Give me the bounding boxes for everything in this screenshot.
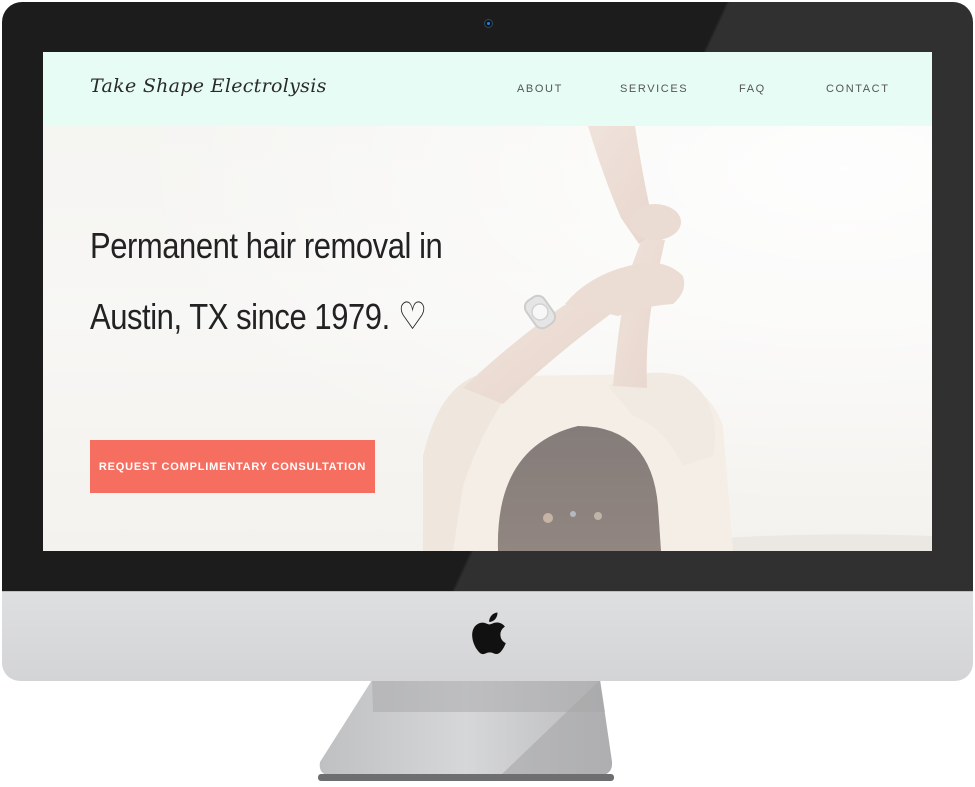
headline-text: Austin, TX since 1979.: [90, 296, 390, 337]
hero-section: Permanent hair removal in Austin, TX sin…: [43, 126, 932, 551]
nav-services[interactable]: SERVICES: [620, 83, 688, 95]
site-header: Take Shape Electrolysis ABOUT SERVICES F…: [43, 52, 932, 126]
nav-contact[interactable]: CONTACT: [826, 83, 890, 95]
request-consultation-button[interactable]: REQUEST COMPLIMENTARY CONSULTATION: [90, 440, 375, 493]
nav-faq[interactable]: FAQ: [739, 83, 766, 95]
nav-about[interactable]: ABOUT: [517, 83, 563, 95]
heart-outline-icon: ♡: [397, 294, 427, 338]
website-screen: Take Shape Electrolysis ABOUT SERVICES F…: [43, 52, 932, 551]
headline-line-1: Permanent hair removal in: [90, 225, 443, 266]
hero-headline: Permanent hair removal in Austin, TX sin…: [90, 211, 451, 352]
headline-line-2: Austin, TX since 1979. ♡: [90, 281, 451, 352]
apple-logo-icon: [472, 612, 506, 655]
site-logo[interactable]: Take Shape Electrolysis: [90, 75, 327, 97]
